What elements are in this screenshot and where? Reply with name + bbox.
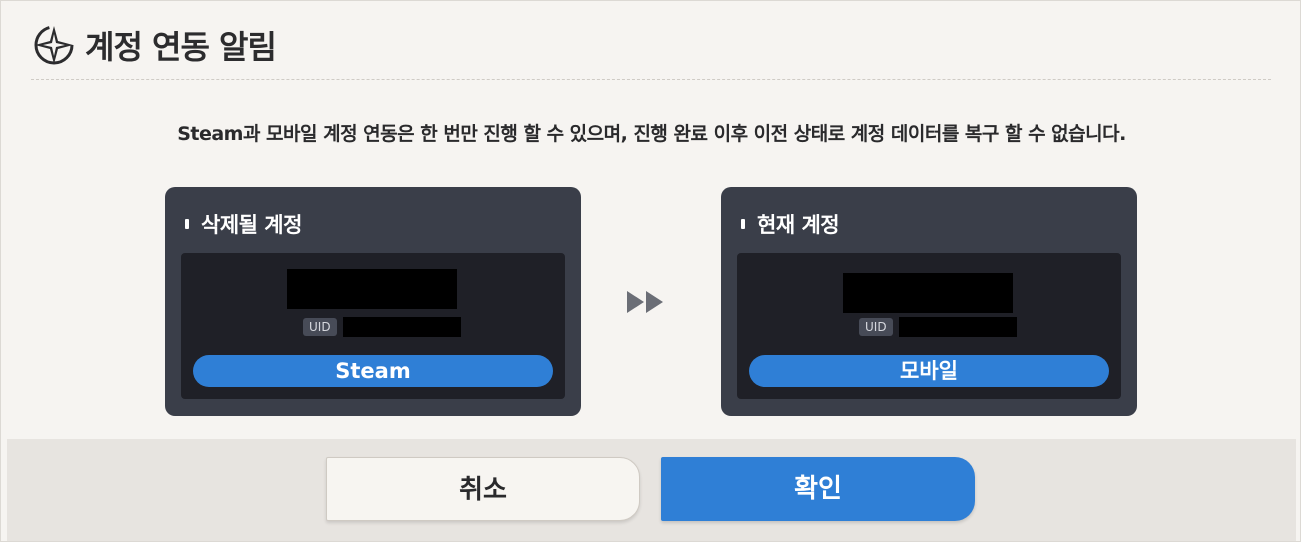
card-title: 현재 계정 bbox=[741, 209, 840, 239]
dialog-header: 계정 연동 알림 bbox=[31, 19, 277, 71]
title-bullet bbox=[185, 219, 189, 229]
uid-row: UID bbox=[303, 317, 461, 337]
card-title-label: 삭제될 계정 bbox=[201, 213, 302, 237]
uid-row: UID bbox=[859, 317, 1017, 337]
account-info-panel: UID Steam bbox=[181, 253, 565, 399]
uid-badge: UID bbox=[859, 318, 893, 336]
title-bullet bbox=[741, 219, 745, 229]
redacted-account-name bbox=[287, 269, 457, 309]
platform-badge-mobile: 모바일 bbox=[749, 355, 1109, 387]
redacted-uid bbox=[898, 317, 1017, 337]
redacted-uid bbox=[342, 317, 461, 337]
confirm-button[interactable]: 확인 bbox=[661, 457, 975, 521]
card-title: 삭제될 계정 bbox=[185, 209, 302, 239]
platform-badge-steam: Steam bbox=[193, 355, 553, 387]
account-info-panel: UID 모바일 bbox=[737, 253, 1121, 399]
uid-badge: UID bbox=[303, 318, 337, 336]
dialog-footer: 취소 확인 bbox=[7, 439, 1296, 541]
account-card-to-delete: 삭제될 계정 UID Steam bbox=[165, 187, 581, 416]
account-card-current: 현재 계정 UID 모바일 bbox=[721, 187, 1137, 416]
account-link-dialog: 계정 연동 알림 Steam과 모바일 계정 연동은 한 번만 진행 할 수 있… bbox=[0, 0, 1301, 542]
double-arrow-right-icon bbox=[627, 291, 663, 313]
header-divider bbox=[31, 79, 1271, 80]
compass-star-icon bbox=[34, 25, 74, 65]
notice-text: Steam과 모바일 계정 연동은 한 번만 진행 할 수 있으며, 진행 완료… bbox=[177, 123, 1126, 145]
cancel-button[interactable]: 취소 bbox=[326, 457, 640, 521]
dialog-title: 계정 연동 알림 bbox=[85, 28, 277, 66]
card-title-label: 현재 계정 bbox=[757, 213, 840, 237]
redacted-account-name bbox=[843, 273, 1013, 313]
